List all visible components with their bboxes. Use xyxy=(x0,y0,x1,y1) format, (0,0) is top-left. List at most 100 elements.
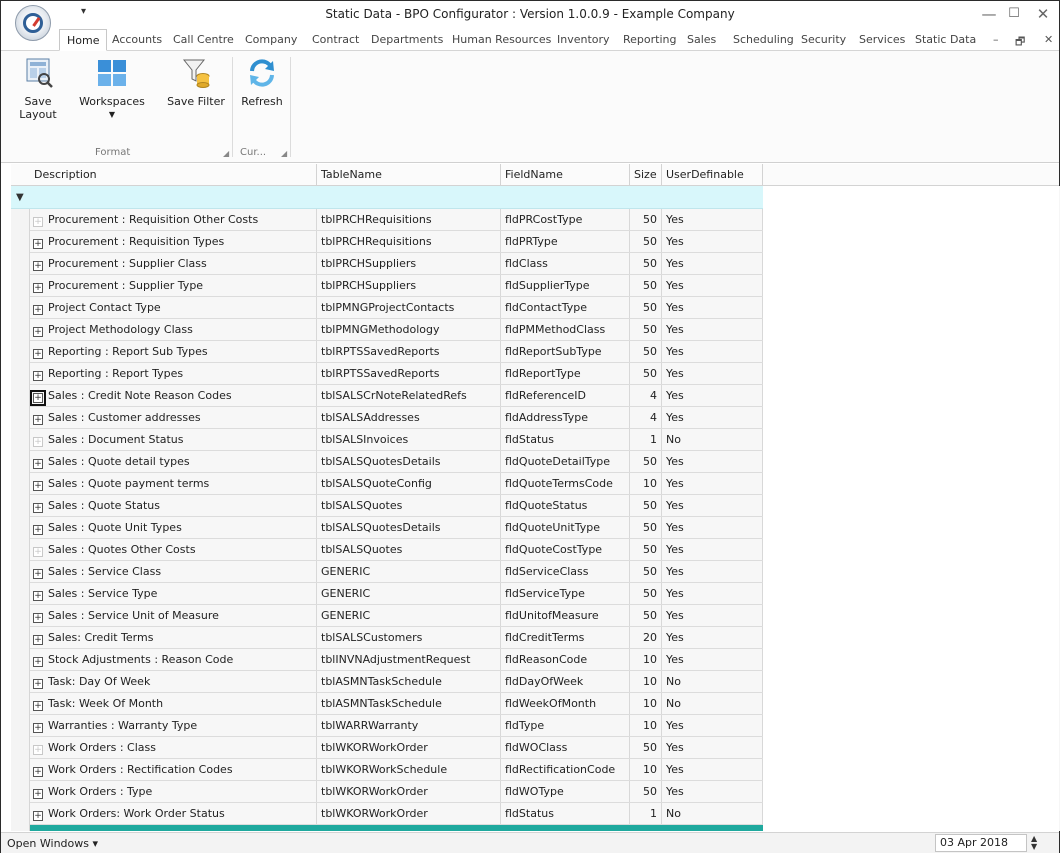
cell-tablename[interactable]: tblASMNTaskSchedule xyxy=(317,693,501,714)
expand-row-icon[interactable]: + xyxy=(33,239,43,249)
tab-accounts[interactable]: Accounts xyxy=(112,33,162,51)
expand-row-icon[interactable]: + xyxy=(33,569,43,579)
cell-userdefinable[interactable]: Yes xyxy=(662,319,763,340)
cell-tablename[interactable]: tblSALSCustomers xyxy=(317,627,501,648)
cell-fieldname[interactable]: fldType xyxy=(501,715,630,736)
cell-userdefinable[interactable]: Yes xyxy=(662,297,763,318)
cell-tablename[interactable]: GENERIC xyxy=(317,605,501,626)
mdi-close-button[interactable]: ✕ xyxy=(1044,33,1053,46)
expand-row-icon[interactable]: + xyxy=(33,217,43,227)
cell-userdefinable[interactable]: Yes xyxy=(662,539,763,560)
table-row[interactable]: + Project Methodology Class tblPMNGMethodo… xyxy=(30,319,763,341)
date-spinner-icon[interactable]: ▲ ▼ xyxy=(1031,835,1037,851)
cell-fieldname[interactable]: fldServiceClass xyxy=(501,561,630,582)
table-row[interactable]: + Task: Day Of Week tblASMNTaskSchedule fld… xyxy=(30,671,763,693)
expand-row-icon[interactable]: + xyxy=(33,701,43,711)
cell-tablename[interactable]: tblSALSQuotesDetails xyxy=(317,451,501,472)
cell-userdefinable[interactable]: Yes xyxy=(662,451,763,472)
cell-fieldname[interactable]: fldWOClass xyxy=(501,737,630,758)
cell-tablename[interactable]: tblSALSAddresses xyxy=(317,407,501,428)
cell-description[interactable]: + Reporting : Report Types xyxy=(30,363,317,384)
cell-size[interactable]: 10 xyxy=(630,649,662,670)
cell-size[interactable]: 50 xyxy=(630,605,662,626)
tab-static-data[interactable]: Static Data xyxy=(915,33,976,51)
cell-userdefinable[interactable]: Yes xyxy=(662,583,763,604)
table-row[interactable]: + Reporting : Report Types tblRPTSSavedRep… xyxy=(30,363,763,385)
cell-size[interactable]: 50 xyxy=(630,451,662,472)
cell-userdefinable[interactable]: Yes xyxy=(662,253,763,274)
date-field[interactable]: 03 Apr 2018 xyxy=(935,834,1027,852)
table-row[interactable]: + Procurement : Requisition Types tblPRCHR… xyxy=(30,231,763,253)
cell-tablename[interactable]: tblASMNTaskSchedule xyxy=(317,671,501,692)
cell-tablename[interactable]: tblWKORWorkOrder xyxy=(317,737,501,758)
cell-userdefinable[interactable]: Yes xyxy=(662,781,763,802)
cell-tablename[interactable]: tblSALSCrNoteRelatedRefs xyxy=(317,385,501,406)
cell-tablename[interactable]: tblPRCHSuppliers xyxy=(317,275,501,296)
cell-description[interactable]: + Task: Week Of Month xyxy=(30,693,317,714)
expand-row-icon[interactable]: + xyxy=(33,767,43,777)
table-row[interactable]: + Procurement : Supplier Type tblPRCHSuppl… xyxy=(30,275,763,297)
table-row[interactable]: + Procurement : Supplier Class tblPRCHSupp… xyxy=(30,253,763,275)
cell-description[interactable]: + Work Orders: Work Order Status xyxy=(30,803,317,824)
current-group-launcher-icon[interactable]: ◢ xyxy=(281,149,287,158)
cell-size[interactable]: 50 xyxy=(630,297,662,318)
cell-userdefinable[interactable]: Yes xyxy=(662,715,763,736)
expand-row-icon[interactable]: + xyxy=(33,591,43,601)
cell-fieldname[interactable]: fldPRType xyxy=(501,231,630,252)
expand-row-icon[interactable]: + xyxy=(33,305,43,315)
cell-size[interactable]: 50 xyxy=(630,253,662,274)
cell-size[interactable]: 50 xyxy=(630,737,662,758)
table-row[interactable]: + Sales : Quote Status tblSALSQuotes fldQuo… xyxy=(30,495,763,517)
cell-userdefinable[interactable]: Yes xyxy=(662,605,763,626)
tab-home[interactable]: Home xyxy=(59,29,108,51)
cell-fieldname[interactable]: fldReportType xyxy=(501,363,630,384)
cell-size[interactable]: 10 xyxy=(630,715,662,736)
expand-row-icon[interactable]: + xyxy=(33,613,43,623)
close-button[interactable]: ✕ xyxy=(1023,3,1060,27)
cell-fieldname[interactable]: fldCreditTerms xyxy=(501,627,630,648)
cell-fieldname[interactable]: fldStatus xyxy=(501,429,630,450)
cell-fieldname[interactable]: fldServiceType xyxy=(501,583,630,604)
cell-tablename[interactable]: tblWARRWarranty xyxy=(317,715,501,736)
mdi-restore-button[interactable]: 🗗 xyxy=(1015,33,1025,52)
cell-tablename[interactable]: tblPMNGProjectContacts xyxy=(317,297,501,318)
cell-tablename[interactable]: tblPRCHRequisitions xyxy=(317,231,501,252)
table-row[interactable]: + Task: Week Of Month tblASMNTaskSchedule f… xyxy=(30,693,763,715)
cell-size[interactable]: 50 xyxy=(630,495,662,516)
cell-userdefinable[interactable]: Yes xyxy=(662,407,763,428)
tab-human-resources[interactable]: Human Resources xyxy=(452,33,551,51)
cell-fieldname[interactable]: fldQuoteTermsCode xyxy=(501,473,630,494)
table-row[interactable]: + Work Orders: Work Order Status tblWKORWo… xyxy=(30,803,763,825)
cell-fieldname[interactable]: fldWeekOfMonth xyxy=(501,693,630,714)
cell-fieldname[interactable]: fldAddressType xyxy=(501,407,630,428)
cell-tablename[interactable]: tblSALSInvoices xyxy=(317,429,501,450)
cell-description[interactable]: + Reporting : Report Sub Types xyxy=(30,341,317,362)
tab-company[interactable]: Company xyxy=(245,33,297,51)
cell-tablename[interactable]: tblWKORWorkOrder xyxy=(317,781,501,802)
cell-tablename[interactable]: tblRPTSSavedReports xyxy=(317,363,501,384)
cell-size[interactable]: 10 xyxy=(630,671,662,692)
cell-description[interactable]: + Work Orders : Type xyxy=(30,781,317,802)
cell-size[interactable]: 50 xyxy=(630,363,662,384)
cell-userdefinable[interactable]: Yes xyxy=(662,275,763,296)
cell-userdefinable[interactable]: Yes xyxy=(662,517,763,538)
cell-description[interactable]: + Sales : Credit Note Reason Codes xyxy=(30,385,317,406)
cell-size[interactable]: 50 xyxy=(630,517,662,538)
cell-description[interactable]: + Sales: Credit Terms xyxy=(30,627,317,648)
cell-fieldname[interactable]: fldQuoteStatus xyxy=(501,495,630,516)
open-windows-menu[interactable]: Open Windows ▾ xyxy=(7,837,98,850)
mdi-minimize-button[interactable]: – xyxy=(993,33,999,46)
workspaces-button[interactable]: Workspaces ▼ xyxy=(77,57,147,119)
column-header-size[interactable]: Size xyxy=(630,164,662,186)
save-filter-button[interactable]: Save Filter xyxy=(164,57,228,108)
format-group-launcher-icon[interactable]: ◢ xyxy=(223,149,229,158)
cell-fieldname[interactable]: fldContactType xyxy=(501,297,630,318)
cell-size[interactable]: 10 xyxy=(630,759,662,780)
expand-row-icon[interactable]: + xyxy=(33,283,43,293)
cell-userdefinable[interactable]: No xyxy=(662,429,763,450)
table-row[interactable]: + Warranties : Warranty Type tblWARRWarran… xyxy=(30,715,763,737)
table-row[interactable]: + Sales : Document Status tblSALSInvoices f… xyxy=(30,429,763,451)
cell-tablename[interactable]: tblSALSQuotesDetails xyxy=(317,517,501,538)
cell-tablename[interactable]: tblSALSQuoteConfig xyxy=(317,473,501,494)
table-row[interactable]: + Work Orders : Rectification Codes tblWKO… xyxy=(30,759,763,781)
